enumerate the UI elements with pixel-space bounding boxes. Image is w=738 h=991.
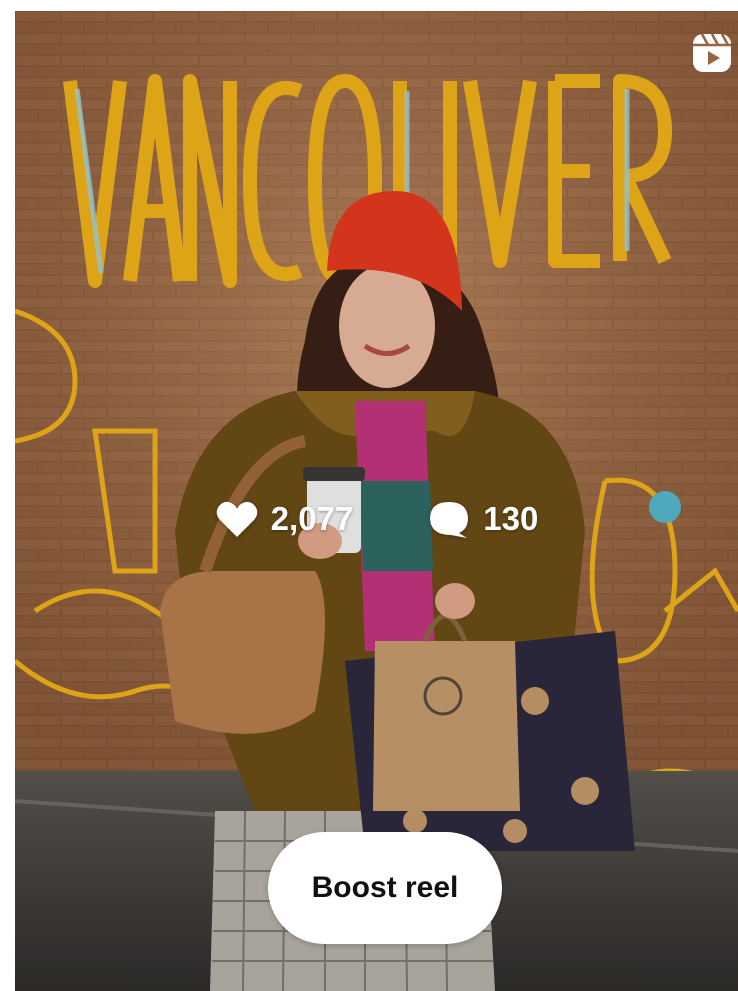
reel-thumbnail[interactable]: 2,077 130 Boost reel — [15, 11, 738, 991]
likes-stat: 2,077 — [215, 499, 354, 539]
reels-icon — [690, 31, 734, 75]
boost-reel-button[interactable]: Boost reel — [268, 832, 502, 944]
heart-icon — [216, 501, 257, 537]
comments-stat: 130 — [427, 499, 538, 539]
comment-bubble-icon — [430, 502, 469, 538]
reels-icon-glyph — [693, 33, 731, 72]
engagement-stats: 2,077 130 — [15, 489, 738, 549]
likes-count: 2,077 — [270, 500, 354, 537]
comments-count: 130 — [483, 500, 539, 537]
